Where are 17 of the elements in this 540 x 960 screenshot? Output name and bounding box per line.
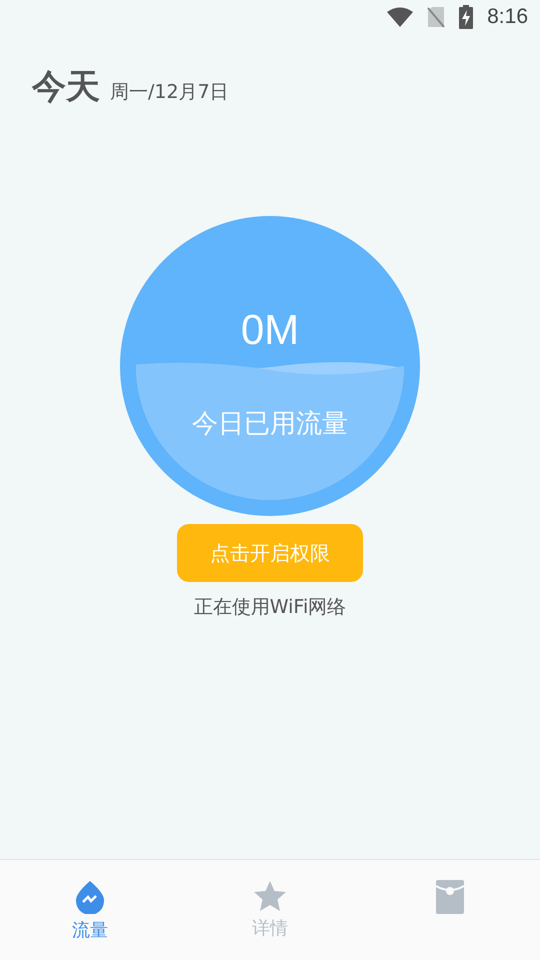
nav-tab[interactable]: 详情: [180, 860, 360, 960]
tab-label: 流量: [72, 919, 108, 942]
no-sim-icon: [427, 6, 446, 28]
tab-label: 详情: [252, 917, 288, 940]
status-time: 8:16: [487, 5, 528, 29]
envelope-icon: [436, 880, 464, 914]
wifi-icon: [387, 7, 414, 27]
usage-value: 0M: [240, 306, 300, 354]
drop-icon: [75, 880, 105, 914]
enable-permission-button[interactable]: 点击开启权限: [177, 524, 363, 582]
page-title: 今天: [32, 66, 100, 109]
nav-tab[interactable]: 流量: [0, 860, 180, 960]
star-icon: [253, 880, 287, 912]
battery-charging-icon: [459, 5, 474, 29]
date-label: 周一/12月7日: [110, 80, 229, 105]
usage-label: 今日已用流量: [192, 408, 348, 441]
network-status: 正在使用WiFi网络: [194, 595, 346, 620]
